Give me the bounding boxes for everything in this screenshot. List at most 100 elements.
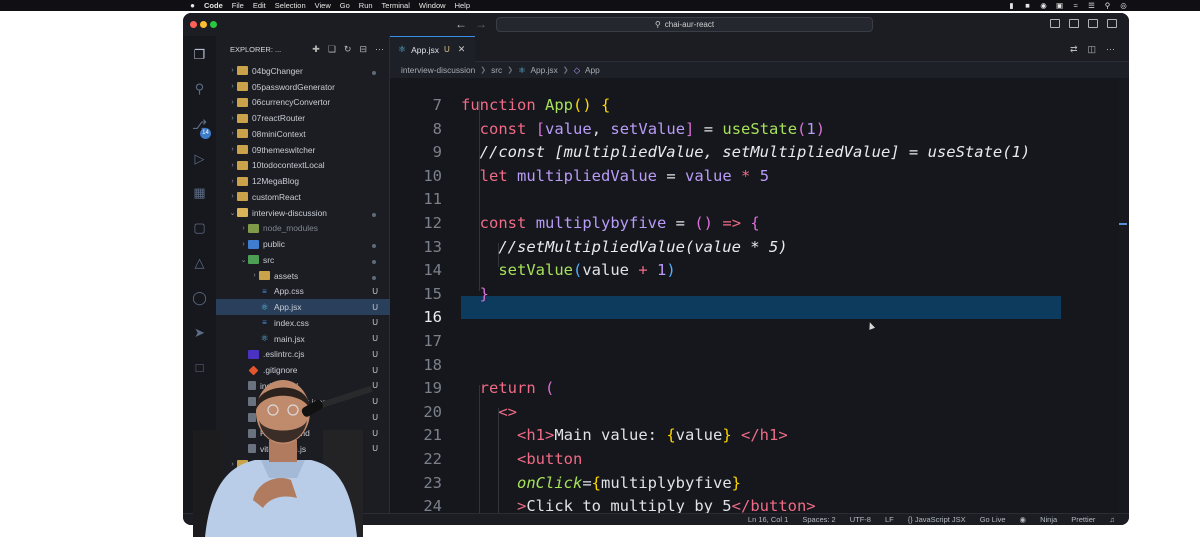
toggle-sidebar-icon[interactable] (1050, 19, 1060, 28)
code-token: value (582, 261, 639, 280)
close-window-button[interactable] (190, 21, 197, 28)
code-token: const (479, 214, 527, 232)
battery-icon[interactable]: ▮ (1007, 2, 1016, 10)
collapse-all-icon[interactable]: ⊟ (359, 44, 367, 55)
tree-item[interactable]: › 09themeswitcher (216, 142, 390, 158)
tree-item[interactable]: ⚛ App.jsx U (216, 299, 390, 315)
command-center-search[interactable]: ⚲ chai-aur-react (496, 17, 873, 32)
remote-icon[interactable]: ▢ (191, 219, 208, 236)
tree-item[interactable]: › 07reactRouter (216, 110, 390, 126)
tree-item[interactable]: › 06currencyConvertor (216, 95, 390, 111)
code-token: } (731, 473, 742, 492)
git-status-badge: U (372, 349, 378, 359)
tree-item[interactable]: ⚛ main.jsx U (216, 331, 390, 347)
record-icon[interactable]: ◉ (1039, 2, 1048, 10)
apple-icon[interactable]: ● (188, 1, 197, 10)
code-token: <button (517, 450, 583, 468)
split-editor-icon[interactable]: ◫ (1087, 44, 1096, 55)
tree-item[interactable]: › 08miniContext (216, 126, 390, 142)
wifi-icon[interactable]: ≈ (1071, 2, 1080, 10)
toggle-secondary-sidebar-icon[interactable] (1088, 19, 1098, 28)
code-token: App (545, 96, 573, 114)
tree-item[interactable]: › 04bgChanger (216, 63, 390, 79)
menu-go[interactable]: Go (340, 1, 350, 10)
customize-layout-icon[interactable] (1107, 19, 1117, 28)
new-folder-icon[interactable]: ❏ (328, 44, 336, 55)
new-file-icon[interactable]: ✚ (312, 44, 320, 55)
macos-menu-bar: ● Code File Edit Selection View Go Run T… (0, 0, 1200, 11)
tree-item[interactable]: › 05passwordGenerator (216, 79, 390, 95)
react-file-icon: ⚛ (260, 301, 269, 312)
explorer-icon[interactable]: ❐ (191, 46, 208, 63)
line-ending[interactable]: LF (885, 515, 894, 524)
search-icon[interactable]: ⚲ (191, 80, 208, 97)
more-actions-icon[interactable]: ⋯ (1106, 44, 1115, 55)
menu-code[interactable]: Code (204, 1, 223, 10)
code-text: //setMultipliedValue(value * 5) (461, 236, 787, 260)
tree-item-label: 06currencyConvertor (252, 97, 331, 108)
github-icon[interactable]: ◯ (191, 289, 208, 306)
code-line: 24 >Click to multiply by 5</button> (390, 495, 1129, 513)
breadcrumb-item[interactable]: src (491, 65, 502, 75)
menu-window[interactable]: Window (419, 1, 446, 10)
breadcrumb-item[interactable]: interview-discussion (401, 65, 475, 75)
close-tab-icon[interactable]: ✕ (458, 44, 466, 55)
tree-item[interactable]: › customReact (216, 189, 390, 205)
prettier-button[interactable]: Prettier (1071, 515, 1095, 524)
spotlight-icon[interactable]: ⚲ (1103, 2, 1112, 10)
cursor-position[interactable]: Ln 16, Col 1 (748, 515, 788, 524)
copilot-icon[interactable]: ◉ (1020, 515, 1027, 524)
git-status-dot (372, 212, 376, 217)
run-debug-icon[interactable]: ▷ (191, 150, 208, 167)
go-live-button[interactable]: Go Live (980, 515, 1006, 524)
tree-item[interactable]: › 10todocontextLocal (216, 158, 390, 174)
tree-item[interactable]: ≡ App.css U (216, 284, 390, 300)
code-line: 9 //const [multipliedValue, setMultiplie… (390, 141, 1129, 165)
toggle-panel-icon[interactable] (1069, 19, 1079, 28)
minimize-window-button[interactable] (200, 21, 207, 28)
language-mode[interactable]: {} JavaScript JSX (908, 515, 966, 524)
menu-edit[interactable]: Edit (253, 1, 266, 10)
back-arrow-icon[interactable]: ← (455, 17, 467, 31)
menu-help[interactable]: Help (455, 1, 470, 10)
code-token: = (694, 119, 723, 138)
docker-icon[interactable]: △ (191, 254, 208, 271)
breadcrumb-item[interactable]: App (585, 65, 600, 75)
control-center-icon[interactable]: ☰ (1087, 2, 1096, 10)
tree-item[interactable]: ⌄ interview-discussion (216, 205, 390, 221)
tree-item[interactable]: › assets (216, 268, 390, 284)
menu-selection[interactable]: Selection (275, 1, 306, 10)
tree-item[interactable]: › node_modules (216, 221, 390, 237)
indentation[interactable]: Spaces: 2 (802, 515, 835, 524)
tree-item[interactable]: › 12MegaBlog (216, 173, 390, 189)
more-actions-icon[interactable]: ⋯ (375, 44, 384, 55)
code-editor[interactable]: 7 function App() {8 const [value, setValu… (390, 78, 1129, 513)
refresh-icon[interactable]: ↻ (344, 44, 352, 55)
tree-item[interactable]: ⌄ src (216, 252, 390, 268)
compare-changes-icon[interactable]: ⇄ (1070, 44, 1078, 55)
code-line: 14 setValue(value + 1) (390, 259, 1129, 283)
notifications-icon[interactable]: ♫ (1109, 515, 1115, 524)
tab-app-jsx[interactable]: ⚛ App.jsx U ✕ (390, 36, 475, 62)
tree-item[interactable]: .eslintrc.cjs U (216, 347, 390, 363)
menu-view[interactable]: View (315, 1, 331, 10)
extensions-icon[interactable]: ▦ (191, 184, 208, 201)
tree-item[interactable]: › public (216, 236, 390, 252)
encoding[interactable]: UTF-8 (850, 515, 871, 524)
siri-icon[interactable]: ◎ (1119, 2, 1128, 10)
css-file-icon: ≡ (262, 318, 267, 328)
display-icon[interactable]: ▣ (1055, 2, 1064, 10)
menu-file[interactable]: File (232, 1, 244, 10)
tree-item-label: 07reactRouter (252, 113, 306, 124)
media-icon[interactable]: ■ (1023, 2, 1032, 10)
menu-run[interactable]: Run (359, 1, 373, 10)
tree-item[interactable]: ≡ index.css U (216, 315, 390, 331)
menu-terminal[interactable]: Terminal (382, 1, 410, 10)
live-share-icon[interactable]: ➤ (191, 324, 208, 341)
zoom-window-button[interactable] (210, 21, 217, 28)
forward-arrow-icon[interactable]: → (475, 17, 487, 31)
ninja-button[interactable]: Ninja (1040, 515, 1057, 524)
breadcrumb-item[interactable]: App.jsx (531, 65, 558, 75)
